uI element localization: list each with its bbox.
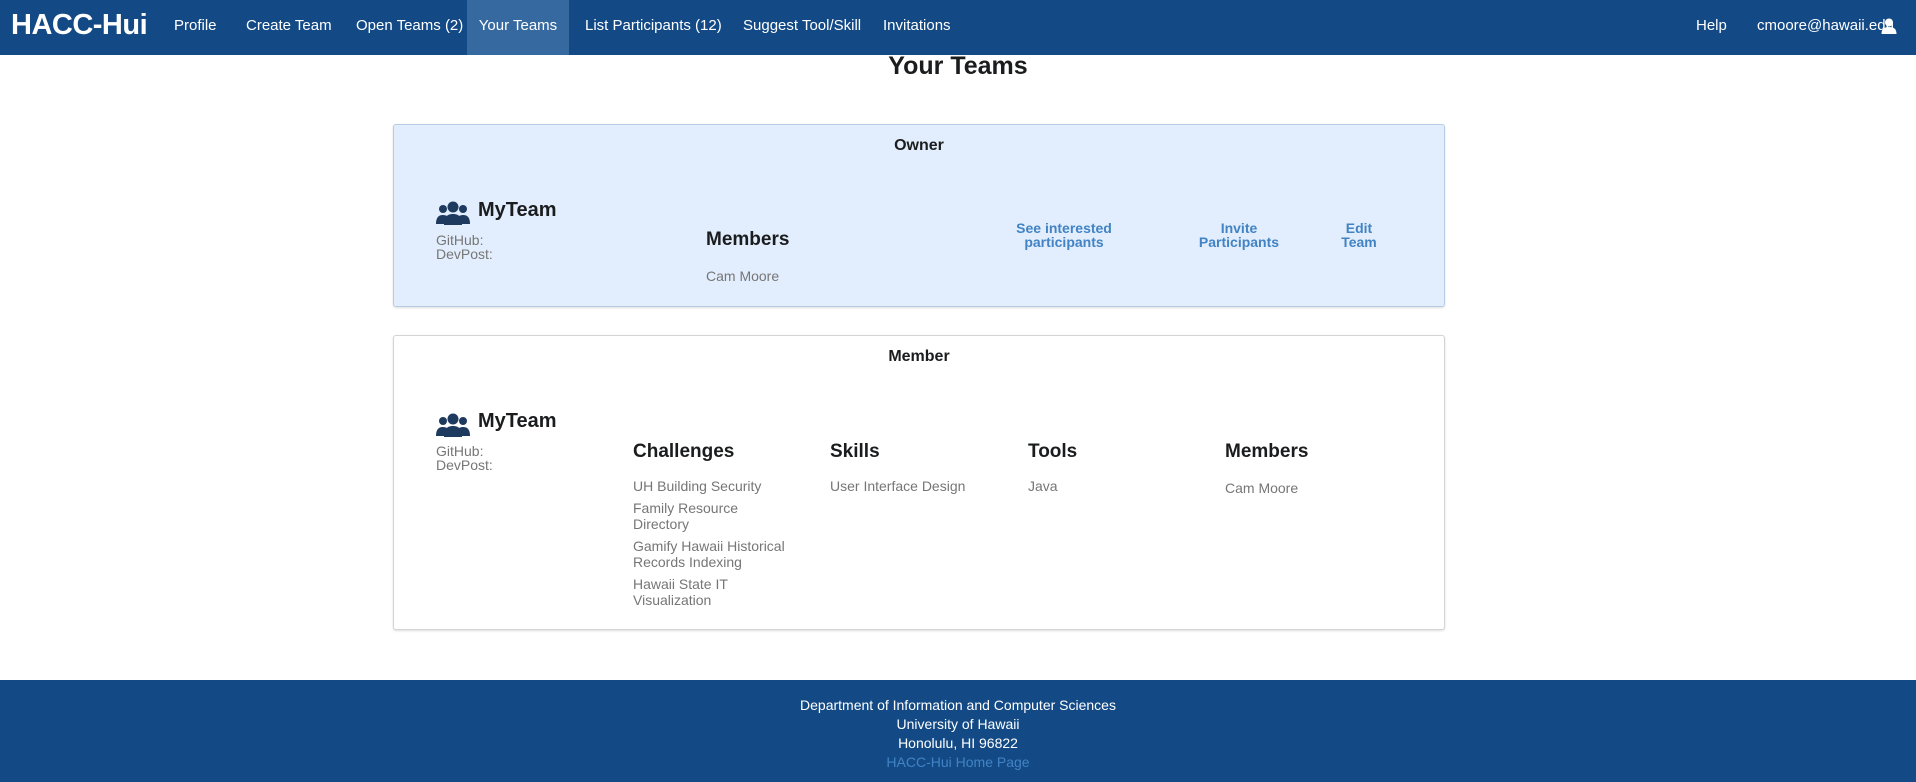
nav-suggest-tool-skill[interactable]: Suggest Tool/Skill (743, 0, 861, 55)
devpost-label: DevPost: (436, 246, 493, 262)
edit-team-link[interactable]: Edit Team (1329, 221, 1389, 249)
see-interested-participants-link[interactable]: See interested participants (994, 221, 1134, 249)
nav-create-team[interactable]: Create Team (246, 0, 332, 55)
nav-profile[interactable]: Profile (174, 0, 217, 55)
challenge-item: Hawaii State IT Visualization (633, 576, 728, 608)
brand-logo[interactable]: HACC-Hui (11, 9, 148, 42)
owner-heading: Owner (894, 137, 944, 154)
footer: Department of Information and Computer S… (0, 680, 1916, 782)
challenge-item: UH Building Security (633, 478, 762, 494)
user-icon[interactable] (1881, 18, 1897, 34)
team-name: MyTeam (478, 410, 557, 432)
github-label: GitHub: (436, 443, 484, 459)
nav-help[interactable]: Help (1696, 0, 1727, 55)
members-heading: Members (1225, 441, 1309, 462)
team-name: MyTeam (478, 199, 557, 221)
members-heading: Members (706, 229, 790, 250)
tools-heading: Tools (1028, 441, 1078, 462)
skill-item: User Interface Design (830, 478, 966, 494)
invite-participants-link[interactable]: Invite Participants (1184, 221, 1294, 249)
nav-invitations[interactable]: Invitations (883, 0, 951, 55)
page-title: Your Teams (888, 52, 1028, 80)
member-item: Cam Moore (1225, 480, 1299, 496)
users-icon (436, 201, 470, 225)
github-label: GitHub: (436, 232, 484, 248)
challenge-item: Gamify Hawaii Historical Records Indexin… (633, 538, 785, 570)
skills-heading: Skills (830, 441, 880, 462)
challenge-item: Family Resource Directory (633, 500, 739, 532)
challenges-heading: Challenges (633, 441, 735, 462)
nav-your-teams[interactable]: Your Teams (467, 0, 569, 55)
nav-open-teams[interactable]: Open Teams (2) (356, 0, 463, 55)
nav-list-participants[interactable]: List Participants (12) (585, 0, 722, 55)
member-team-card: Member MyTeam GitHub: DevPost: Challenge… (393, 335, 1445, 630)
users-icon (436, 413, 470, 437)
owner-team-card: Owner MyTeam GitHub: DevPost: Members Ca… (393, 124, 1445, 307)
footer-department: Department of Information and Computer S… (800, 697, 1116, 713)
footer-address: Honolulu, HI 96822 (898, 735, 1018, 751)
top-navbar: HACC-Hui Profile Create Team Open Teams … (0, 0, 1916, 55)
user-menu[interactable]: cmoore@hawaii.edu (1757, 0, 1894, 55)
footer-university: University of Hawaii (896, 716, 1020, 732)
member-heading: Member (888, 348, 950, 365)
footer-home-link[interactable]: HACC-Hui Home Page (886, 754, 1029, 770)
devpost-label: DevPost: (436, 457, 493, 473)
tool-item: Java (1028, 478, 1058, 494)
member-item: Cam Moore (706, 268, 780, 284)
